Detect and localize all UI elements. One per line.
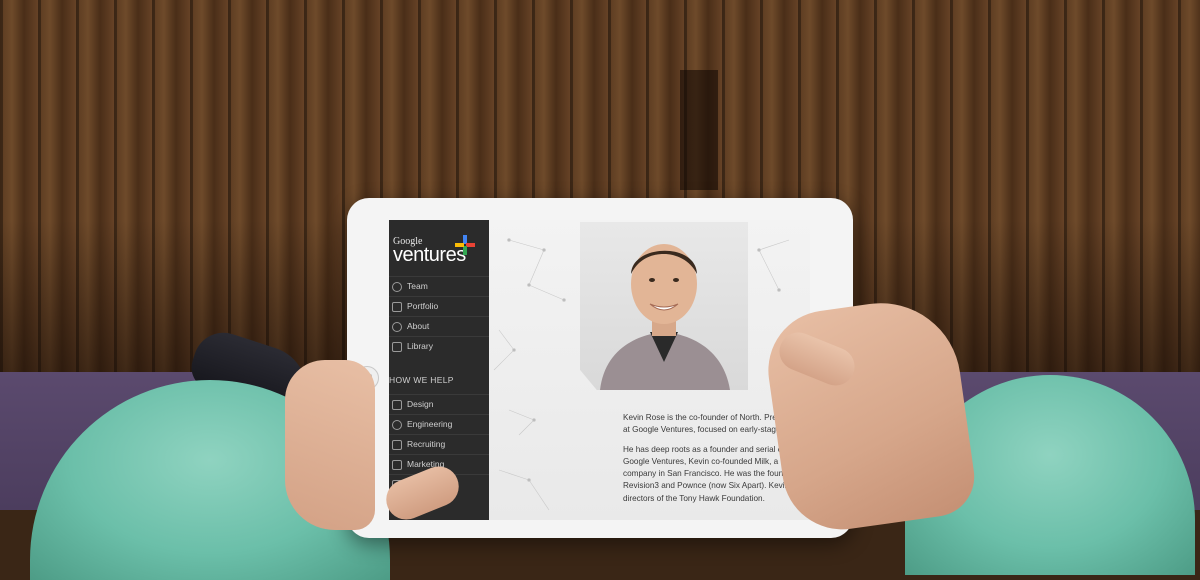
cloud-icon <box>392 420 402 430</box>
person-icon <box>392 282 402 292</box>
nav-item-team[interactable]: Team <box>389 276 489 296</box>
google-ventures-logo[interactable]: Google ventures <box>391 234 487 274</box>
nav-item-label: Design <box>407 399 434 409</box>
bio-line: He has deep roots as a founder and seria… <box>623 444 797 454</box>
nav-item-label: Team <box>407 281 428 291</box>
pencil-icon <box>392 400 402 410</box>
nav-item-label: About <box>407 321 430 331</box>
camera-icon <box>392 440 402 450</box>
nav-item-recruiting[interactable]: Recruiting <box>389 434 489 454</box>
profile-photo <box>580 222 748 390</box>
section-title-how-we-help: HOW WE HELP <box>389 375 454 385</box>
nav-item-portfolio[interactable]: Portfolio <box>389 296 489 316</box>
nav-item-about[interactable]: About <box>389 316 489 336</box>
bio-line: Revision3 and Pownce (now Six Apart). Ke… <box>623 481 801 491</box>
dark-plank <box>680 70 718 190</box>
pinwheel-icon <box>455 235 475 255</box>
bio-line: company in San Francisco. He was the fou… <box>623 469 796 479</box>
bio-line: Kevin Rose is the co-founder of North. P… <box>623 413 796 422</box>
nav-item-engineering[interactable]: Engineering <box>389 414 489 434</box>
portrait-image <box>600 244 730 390</box>
profile-content: Ki GV AD Kevin Rose is the co-founder of… <box>489 220 810 520</box>
nav-item-label: Recruiting <box>407 439 446 449</box>
nav-item-label: Library <box>407 341 433 351</box>
bio-line: directors of the Tony Hawk Foundation. <box>623 493 765 503</box>
bio-line: at Google Ventures, focused on early-sta… <box>623 425 797 435</box>
book-icon <box>392 342 402 352</box>
left-hand <box>285 360 375 530</box>
nav-item-library[interactable]: Library <box>389 336 489 356</box>
nodes-icon <box>392 322 402 332</box>
megaphone-icon <box>392 460 402 470</box>
nav-item-label: Portfolio <box>407 301 439 311</box>
nav-item-design[interactable]: Design <box>389 394 489 414</box>
bio-line: Google Ventures, Kevin co-founded Milk, … <box>623 456 797 466</box>
nav-item-label: Engineering <box>407 419 453 429</box>
main-nav: Team Portfolio About Library <box>389 276 489 356</box>
grid-icon <box>392 302 402 312</box>
